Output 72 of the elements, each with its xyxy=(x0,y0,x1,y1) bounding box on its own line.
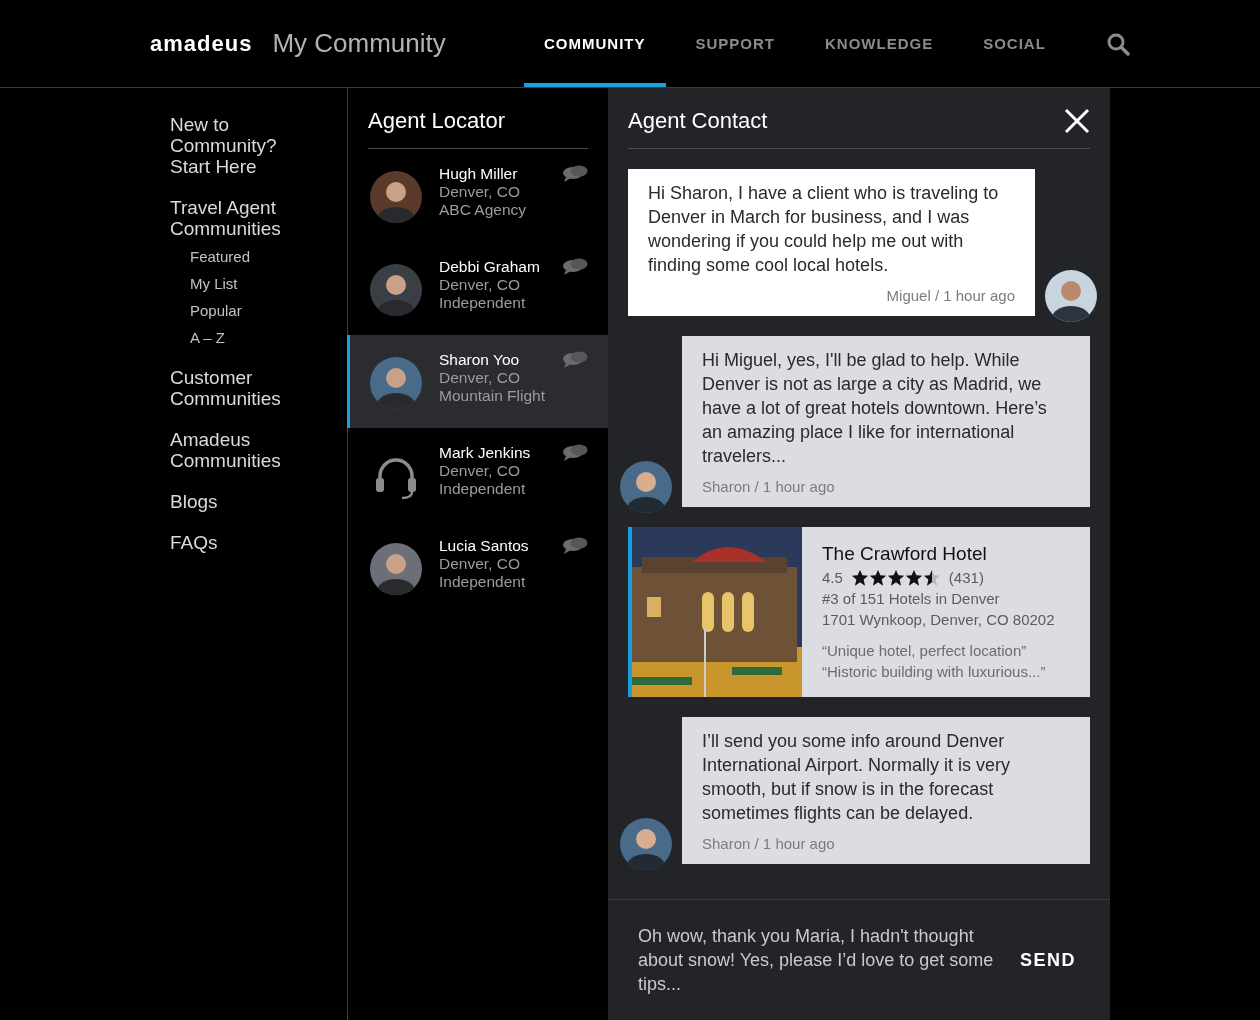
hotel-name: The Crawford Hotel xyxy=(822,543,988,565)
search-icon[interactable] xyxy=(1105,31,1130,56)
sidebar-link[interactable]: Customer Communities xyxy=(170,367,310,409)
close-icon[interactable] xyxy=(1064,108,1090,134)
sidebar-link[interactable]: Travel Agent Communities xyxy=(170,197,310,239)
panel-title: Agent Locator xyxy=(368,108,588,149)
sidebar-sublink[interactable]: A – Z xyxy=(190,329,347,347)
message-meta: Sharon / 1 hour ago xyxy=(702,478,836,495)
star-icon xyxy=(886,568,905,587)
agent-list-item[interactable]: Lucia Santos Denver, CO Independent xyxy=(347,521,608,614)
user-avatar-icon xyxy=(1045,270,1097,322)
star-icon xyxy=(922,568,941,587)
chat-bubbles-icon[interactable] xyxy=(562,537,588,555)
product-name: My Community xyxy=(272,28,446,59)
agent-list-item[interactable]: Hugh Miller Denver, CO ABC Agency xyxy=(347,149,608,242)
chat-bubbles-icon[interactable] xyxy=(562,258,588,276)
hotel-card[interactable]: The Crawford Hotel 4.5 (431) #3 of 151 Hotels in Denver 1701 Wynkoop, Denver, CO 80202 “Unique hotel, perfect location” “Historic building with luxurious...” xyxy=(628,527,1090,697)
agent-name: Debbi Graham xyxy=(439,258,541,276)
chat-bubbles-icon[interactable] xyxy=(562,351,588,369)
chat-bubbles-icon[interactable] xyxy=(562,165,588,183)
nav-tab[interactable]: KNOWLEDGE xyxy=(805,0,954,87)
agent-agency: Mountain Flight xyxy=(439,387,546,405)
review-quote: “Historic building with luxurious...” xyxy=(822,662,1047,682)
rating-value: 4.5 xyxy=(822,568,843,588)
message-text: I’ll send you some info around Denver International Airport. Normally it is very smooth, but if snow is in the forecast sometimes flights can be delayed. xyxy=(702,730,1012,825)
sidebar-sublink[interactable]: Popular xyxy=(190,302,347,320)
message-text: Hi Sharon, I have a client who is traveling to Denver in March for business, and I was wondering if you could help me out with finding some cool local hotels. xyxy=(648,182,1000,277)
agent-name: Lucia Santos xyxy=(439,537,530,555)
review-count: (431) xyxy=(948,568,984,588)
sidebar-link[interactable]: Blogs xyxy=(170,491,310,512)
star-icon xyxy=(868,568,887,587)
agent-location: Denver, CO xyxy=(439,276,521,294)
user-avatar-icon xyxy=(370,357,422,409)
agent-name: Mark Jenkins xyxy=(439,444,532,462)
hotel-address: 1701 Wynkoop, Denver, CO 80202 xyxy=(822,610,1055,630)
user-avatar-icon xyxy=(620,818,672,870)
message-meta: Miguel / 1 hour ago xyxy=(886,287,1015,304)
brand-logo[interactable]: amadeus xyxy=(150,30,253,57)
user-avatar-icon xyxy=(370,264,422,316)
hotel-rank: #3 of 151 Hotels in Denver xyxy=(822,589,1001,609)
user-avatar-icon xyxy=(370,171,422,223)
agent-agency: Independent xyxy=(439,573,527,591)
agent-location: Denver, CO xyxy=(439,183,521,201)
nav-tab[interactable]: SOCIAL xyxy=(963,0,1066,87)
agent-location: Denver, CO xyxy=(439,555,521,573)
agent-agency: ABC Agency xyxy=(439,201,528,219)
star-icon xyxy=(904,568,923,587)
message-meta: Sharon / 1 hour ago xyxy=(702,835,836,852)
sidebar-sublink[interactable]: My List xyxy=(190,275,347,293)
chat-bubbles-icon[interactable] xyxy=(562,444,588,462)
user-avatar-icon xyxy=(620,461,672,513)
sidebar-link[interactable]: New to Community? Start Here xyxy=(170,114,310,177)
panel-title: Agent Contact xyxy=(628,108,768,134)
agent-name: Hugh Miller xyxy=(439,165,519,183)
nav-tab[interactable]: SUPPORT xyxy=(675,0,795,87)
send-button[interactable]: SEND xyxy=(1014,948,1082,972)
sidebar-link[interactable]: Amadeus Communities xyxy=(170,429,310,471)
message-input[interactable]: Oh wow, thank you Maria, I hadn't thought about snow! Yes, please I’d love to get some tips... xyxy=(638,924,994,996)
agent-name: Sharon Yoo xyxy=(439,351,521,369)
user-avatar-icon xyxy=(370,543,422,595)
agent-list-item[interactable]: Debbi Graham Denver, CO Independent xyxy=(347,242,608,335)
sidebar-link[interactable]: FAQs xyxy=(170,532,310,553)
agent-list-item[interactable]: Sharon Yoo Denver, CO Mountain Flight xyxy=(347,335,608,428)
agent-list-item[interactable]: Mark Jenkins Denver, CO Independent xyxy=(347,428,608,521)
agent-location: Denver, CO xyxy=(439,369,521,387)
agent-agency: Independent xyxy=(439,294,527,312)
message-text: Hi Miguel, yes, I'll be glad to help. While Denver is not as large a city as Madrid, we have a lot of great hotels downtown. Here’s an amazing place I like for international travelers... xyxy=(702,349,1048,468)
agent-agency: Independent xyxy=(439,480,527,498)
sidebar-sublink[interactable]: Featured xyxy=(190,248,347,266)
agent-location: Denver, CO xyxy=(439,462,521,480)
star-icon xyxy=(850,568,869,587)
review-quote: “Unique hotel, perfect location” xyxy=(822,641,1028,661)
